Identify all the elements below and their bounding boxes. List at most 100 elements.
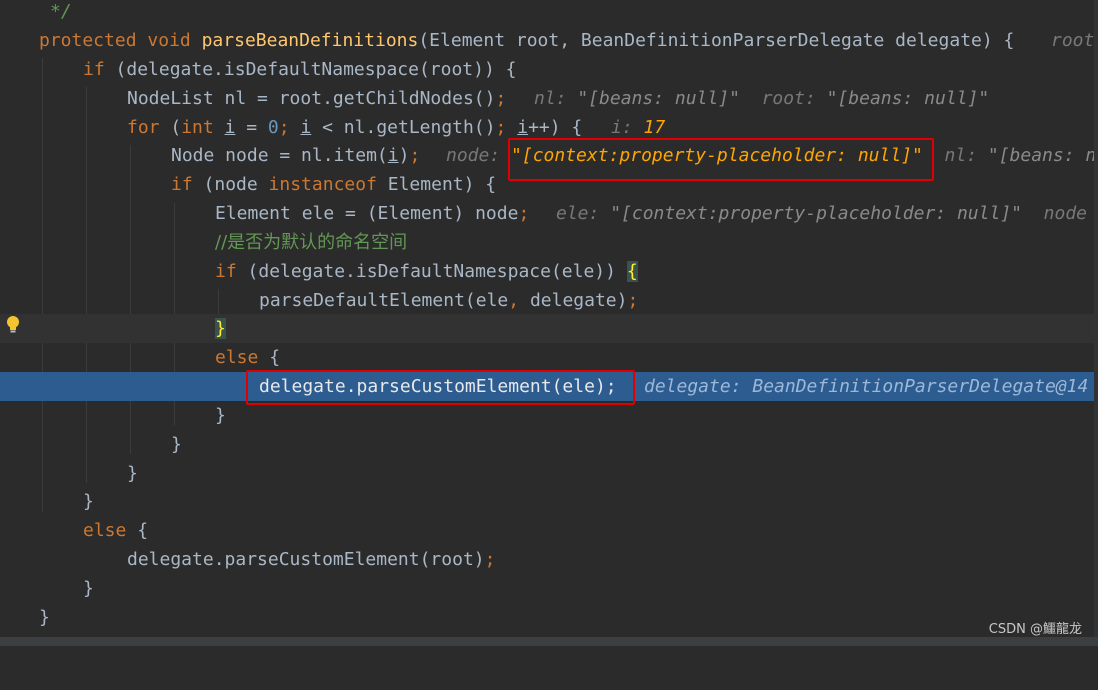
code-token: (node <box>192 174 269 195</box>
code-line-15: } <box>0 401 1098 430</box>
code-token: { <box>626 261 638 282</box>
code-line-19: else { <box>0 516 1098 545</box>
code-text: delegate.parseCustomElement(root); <box>127 545 495 574</box>
code-text: if (delegate.isDefaultNamespace(ele)) { <box>215 257 638 286</box>
code-token: i <box>517 117 529 138</box>
code-token: Element) { <box>376 174 497 195</box>
code-token: else <box>215 347 259 368</box>
highlight-box-node-value <box>508 138 934 181</box>
code-token: delegate.parseCustomElement(root) <box>127 549 485 570</box>
code-text: protected void parseBeanDefinitions(Elem… <box>39 26 1014 55</box>
hint-token: delegate: BeanDefinitionParserDelegate@1… <box>644 376 1089 397</box>
code-token: ; <box>495 88 507 109</box>
code-token: i <box>300 117 312 138</box>
code-token: ; <box>627 290 639 311</box>
lightbulb-icon[interactable] <box>5 315 21 335</box>
code-token: { <box>258 347 281 368</box>
code-token: //是否为默认的命名空间 <box>215 232 408 253</box>
code-line-9: //是否为默认的命名空间 <box>0 228 1098 257</box>
code-token: (delegate.isDefaultNamespace(root)) { <box>104 59 517 80</box>
hint-token: ele: <box>556 203 611 224</box>
code-token: (Element root, BeanDefinitionParserDeleg… <box>418 30 1015 51</box>
code-token: NodeList nl = root.getChildNodes() <box>127 88 496 109</box>
code-token: } <box>215 318 226 339</box>
code-token: Node node = nl.item( <box>171 145 388 166</box>
code-token: ; <box>484 549 496 570</box>
code-token: parseDefaultElement(ele <box>259 290 509 311</box>
code-line-17: } <box>0 459 1098 488</box>
code-token: } <box>171 434 182 455</box>
code-text: Node node = nl.item(i); <box>171 141 420 170</box>
code-token: protected <box>39 30 137 51</box>
code-token: instanceof <box>268 174 377 195</box>
code-token: ( <box>159 117 182 138</box>
hint-token: nl: <box>534 88 578 109</box>
code-token: ) <box>398 145 410 166</box>
hint-token: root: <box>739 88 827 109</box>
code-token: } <box>127 463 138 484</box>
code-token: ; <box>518 203 530 224</box>
code-token: else <box>83 520 127 541</box>
code-line-13: else { <box>0 343 1098 372</box>
code-token: if <box>83 59 105 80</box>
code-text: } <box>83 487 94 516</box>
code-token: if <box>171 174 193 195</box>
code-token: 0 <box>267 117 279 138</box>
hint-token: "[beans: n <box>987 145 1097 166</box>
code-token: (delegate.isDefaultNamespace(ele)) <box>236 261 627 282</box>
code-line-18: } <box>0 487 1098 516</box>
code-token: i <box>224 117 236 138</box>
code-text: parseDefaultElement(ele, delegate); <box>259 286 638 315</box>
code-token: , <box>508 290 530 311</box>
code-token: ; <box>495 117 518 138</box>
code-token: */ <box>50 1 72 22</box>
code-token: { <box>126 520 149 541</box>
code-text: //是否为默认的命名空间 <box>215 228 407 257</box>
code-text: } <box>39 603 50 632</box>
code-token: ; <box>278 117 301 138</box>
code-line-10: if (delegate.isDefaultNamespace(ele)) { <box>0 257 1098 286</box>
hint-token: root <box>1051 30 1095 51</box>
code-token: ++) { <box>528 117 583 138</box>
code-line-1: */ <box>0 0 1098 26</box>
inline-debug-hint: delegate: BeanDefinitionParserDelegate@1… <box>644 372 1088 401</box>
code-line-12: } <box>0 314 1098 343</box>
code-editor[interactable]: */ protected void parseBeanDefinitions(E… <box>0 0 1098 646</box>
code-text: else { <box>83 516 148 545</box>
code-line-8: Element ele = (Element) node; ele: "[con… <box>0 199 1098 228</box>
code-line-20: delegate.parseCustomElement(root); <box>0 545 1098 574</box>
code-token: i <box>387 145 399 166</box>
code-token: < nl.getLength() <box>311 117 496 138</box>
watermark: CSDN @鱷龍龙 <box>988 622 1082 637</box>
code-line-4: NodeList nl = root.getChildNodes(); nl: … <box>0 84 1098 113</box>
inline-debug-hint: nl: "[beans: null]" root: "[beans: null]… <box>534 84 989 113</box>
status-bar-edge <box>0 637 1098 646</box>
code-token: = <box>235 117 268 138</box>
code-line-16: } <box>0 430 1098 459</box>
hint-token: "[context:property-placeholder: null]" <box>610 203 1022 224</box>
code-text: } <box>83 574 94 603</box>
hint-token: 17 <box>643 117 666 138</box>
code-token: } <box>83 578 94 599</box>
code-line-22: } <box>0 603 1098 632</box>
code-text: Element ele = (Element) node; <box>215 199 529 228</box>
code-token: void <box>147 30 191 51</box>
code-text: } <box>215 314 226 343</box>
code-text: } <box>171 430 182 459</box>
code-token: parseBeanDefinitions <box>201 30 419 51</box>
inline-debug-hint: ele: "[context:property-placeholder: nul… <box>556 199 1087 228</box>
code-text: else { <box>215 343 280 372</box>
vertical-scrollbar[interactable] <box>1094 0 1098 637</box>
code-token: for <box>127 117 160 138</box>
code-text: } <box>215 401 226 430</box>
hint-token: "[beans: null]" <box>826 88 990 109</box>
code-text: if (delegate.isDefaultNamespace(root)) { <box>83 55 517 84</box>
code-text: if (node instanceof Element) { <box>171 170 496 199</box>
code-text: */ <box>50 0 72 26</box>
code-token: Element ele = (Element) node <box>215 203 519 224</box>
code-line-11: parseDefaultElement(ele, delegate); <box>0 286 1098 315</box>
code-line-21: } <box>0 574 1098 603</box>
